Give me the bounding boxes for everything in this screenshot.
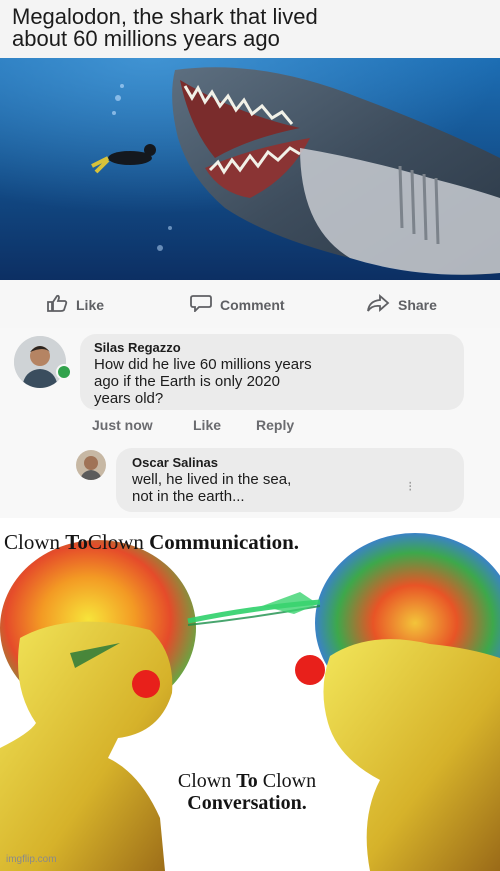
imgflip-watermark: imgflip.com xyxy=(6,854,57,865)
meme-top-caption: Clown ToClown Communication. xyxy=(4,530,299,555)
megalodon-photo xyxy=(0,58,500,280)
left-clown-nose xyxy=(132,670,160,698)
reply-text-line-2: not in the earth... xyxy=(132,488,245,505)
comment-author-name[interactable]: Silas Regazzo xyxy=(94,340,450,355)
comment-bubble-silas: Silas Regazzo How did he live 60 million… xyxy=(80,334,464,410)
like-button[interactable]: Like xyxy=(46,294,104,315)
bottom-caption-word-clown: Clown xyxy=(177,770,232,792)
bottom-caption-word-conversation: Conversation. xyxy=(187,792,307,814)
reply-text-line-1: well, he lived in the sea, xyxy=(132,471,292,488)
comment-text-line-1: How did he live 60 millions years xyxy=(94,356,312,373)
caption-line-2: about 60 millions years ago xyxy=(12,26,280,51)
right-clown-nose xyxy=(295,655,325,685)
share-button[interactable]: Share xyxy=(366,294,437,315)
comment-text-line-2: ago if the Earth is only 2020 xyxy=(94,373,280,390)
post-caption: Megalodon, the shark that lived about 60… xyxy=(0,0,500,58)
comment-like-link[interactable]: Like xyxy=(193,417,221,433)
top-caption-word-to: To xyxy=(65,530,88,554)
online-status-dot xyxy=(56,364,72,380)
megalodon-illustration xyxy=(0,58,500,280)
avatar-silas[interactable] xyxy=(14,336,66,388)
caption-line-1: Megalodon, the shark that lived xyxy=(12,4,318,29)
reply-author-name[interactable]: Oscar Salinas xyxy=(132,455,448,470)
comment-text-line-3: years old? xyxy=(94,390,164,407)
comment-button[interactable]: Comment xyxy=(190,294,285,315)
comment-reply-link[interactable]: Reply xyxy=(256,417,294,433)
meme-bottom-caption: Clown To Clown Conversation. xyxy=(162,770,332,814)
comment-label: Comment xyxy=(220,296,285,313)
more-options-icon[interactable]: ⁝ xyxy=(408,478,412,495)
comments-section: Silas Regazzo How did he live 60 million… xyxy=(0,328,500,518)
clown-meme: Clown ToClown Communication. Clown To Cl… xyxy=(0,518,500,871)
post-actions-bar: Like Comment Share xyxy=(0,280,500,329)
top-caption-word-clown-2: Clown xyxy=(87,530,144,554)
avatar-oscar[interactable] xyxy=(76,450,106,480)
comment-timestamp: Just now xyxy=(92,417,153,433)
share-label: Share xyxy=(398,296,437,313)
comment-bubble-icon xyxy=(190,294,212,315)
top-caption-word-communication: Communication. xyxy=(149,530,300,554)
bottom-caption-word-clown-2: Clown xyxy=(262,770,317,792)
share-arrow-icon xyxy=(366,294,390,315)
bottom-caption-word-to: To xyxy=(236,770,258,792)
like-label: Like xyxy=(76,296,105,313)
top-caption-word-clown: Clown xyxy=(4,530,61,554)
clown-meme-illustration xyxy=(0,533,500,871)
thumbs-up-icon xyxy=(46,294,68,315)
